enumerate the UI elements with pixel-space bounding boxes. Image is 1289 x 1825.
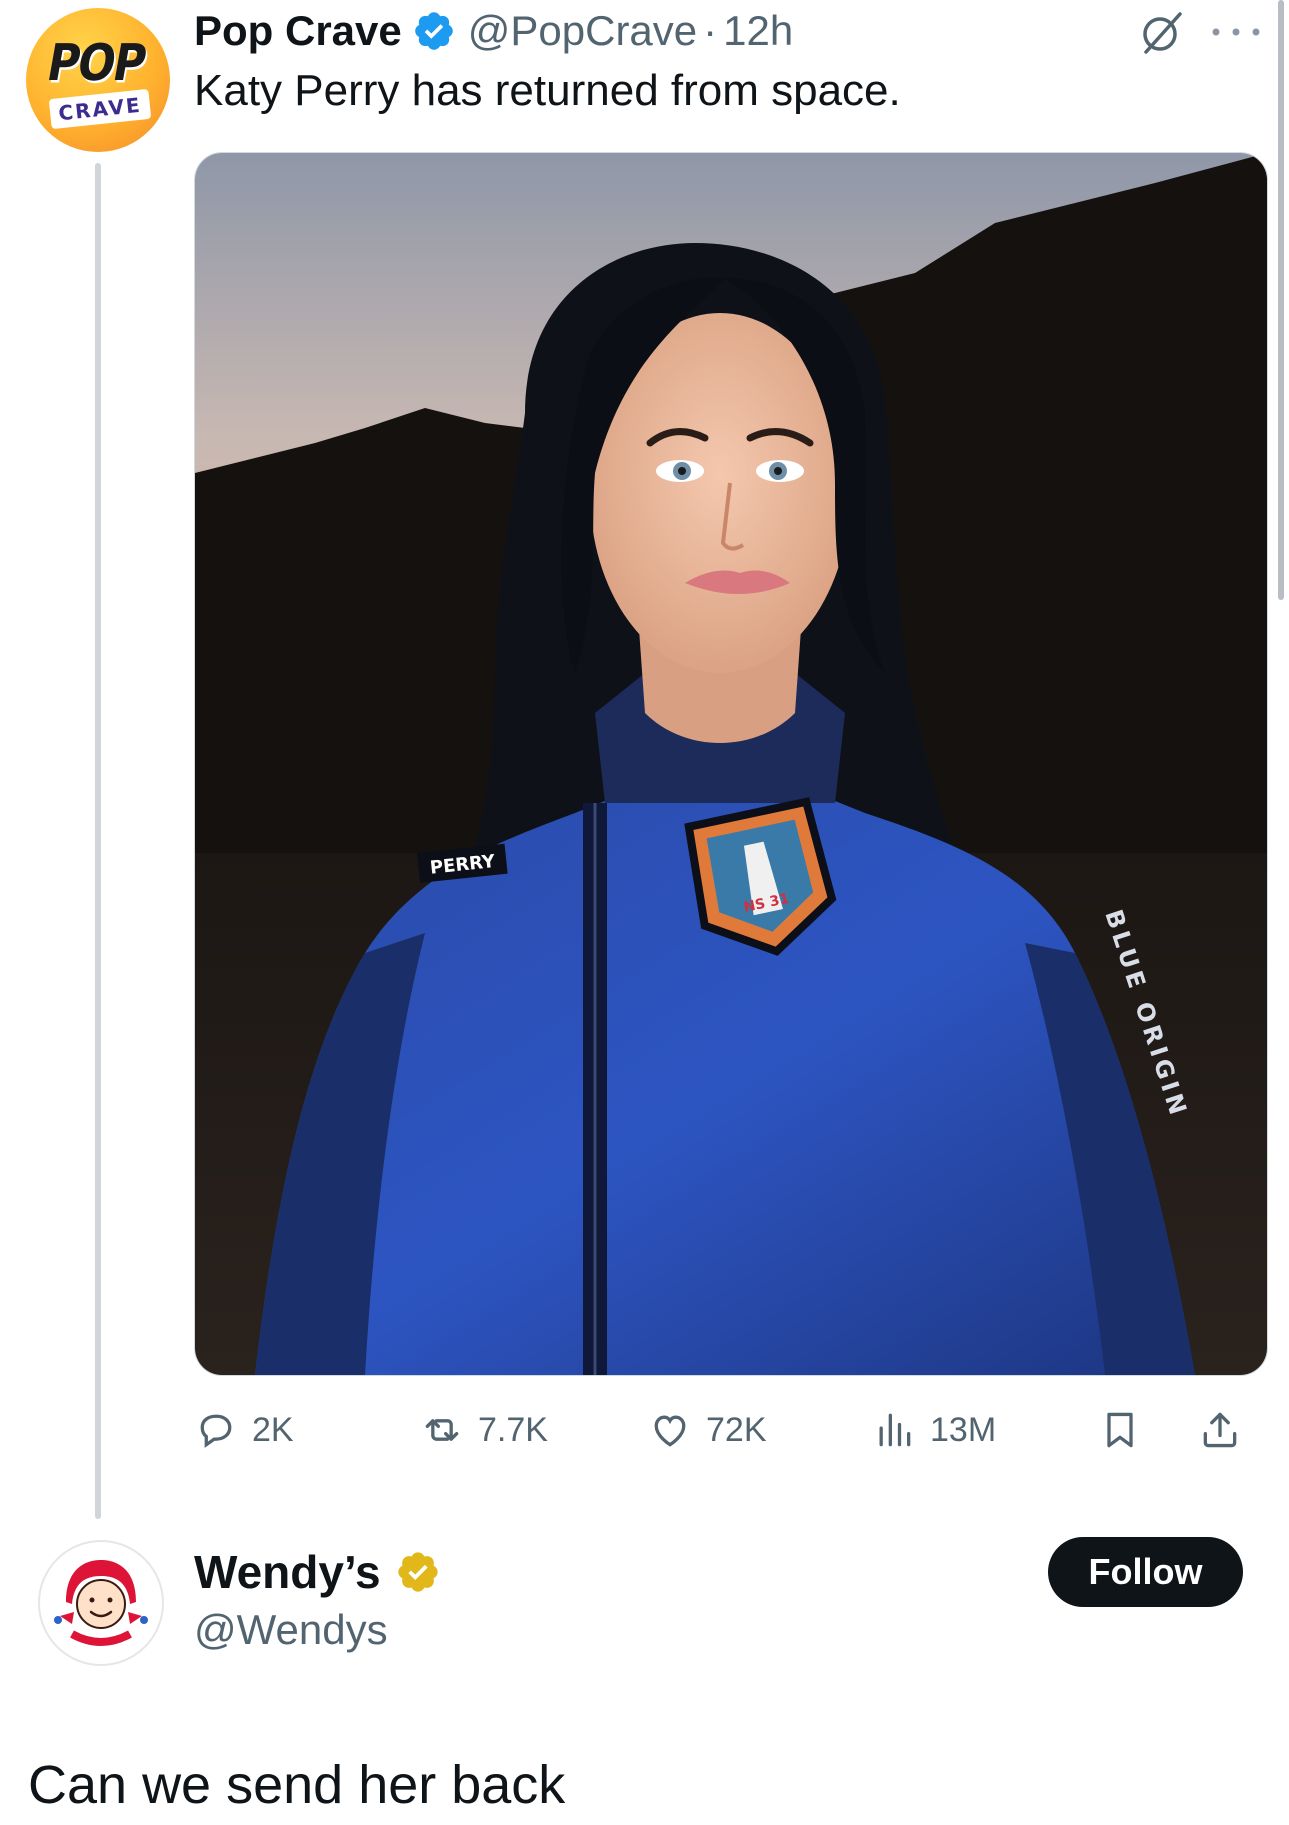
tweet-text: Katy Perry has returned from space. bbox=[194, 66, 901, 115]
views-icon bbox=[879, 1413, 911, 1447]
pop-crave-avatar[interactable]: POP CRAVE bbox=[26, 8, 170, 152]
share-button[interactable] bbox=[1198, 1400, 1256, 1460]
avatar-logo-crave: CRAVE bbox=[48, 88, 152, 130]
reply-button[interactable]: 2K bbox=[194, 1400, 294, 1460]
wendys-logo-icon bbox=[43, 1545, 159, 1661]
scrollbar[interactable] bbox=[1278, 0, 1284, 600]
reply-author-handle[interactable]: @Wendys bbox=[194, 1606, 388, 1654]
repost-button[interactable]: 7.7K bbox=[420, 1400, 548, 1460]
reply-icon bbox=[200, 1414, 232, 1448]
bookmark-icon bbox=[1107, 1412, 1133, 1448]
like-button[interactable]: 72K bbox=[648, 1400, 767, 1460]
reply-text: Can we send her back bbox=[28, 1755, 566, 1815]
avatar-logo-pop: POP bbox=[42, 34, 150, 93]
wendys-avatar[interactable] bbox=[38, 1540, 164, 1666]
views-button[interactable]: 13M bbox=[872, 1400, 996, 1460]
bookmark-button[interactable] bbox=[1098, 1400, 1156, 1460]
share-icon bbox=[1203, 1412, 1237, 1448]
gold-verified-badge-icon bbox=[397, 1552, 438, 1592]
reply-author-row: Wendy’s bbox=[194, 1544, 441, 1600]
more-icon[interactable] bbox=[1208, 24, 1264, 40]
grok-icon[interactable] bbox=[1138, 8, 1186, 56]
tweet-photo[interactable]: PERRY NS 31 BLUE ORIGIN bbox=[194, 152, 1268, 1376]
like-icon bbox=[654, 1415, 686, 1447]
reply-count: 2K bbox=[252, 1410, 294, 1449]
separator-dot: · bbox=[703, 7, 718, 54]
verified-badge-icon bbox=[414, 12, 453, 50]
reply-author-name[interactable]: Wendy’s bbox=[194, 1545, 381, 1599]
tweet-time[interactable]: 12h bbox=[723, 7, 793, 55]
author-name[interactable]: Pop Crave bbox=[194, 7, 402, 55]
tweet-header: Pop Crave @PopCrave · 12h bbox=[194, 6, 793, 56]
thread-line bbox=[95, 163, 101, 1519]
repost-icon bbox=[425, 1419, 459, 1441]
author-handle[interactable]: @PopCrave bbox=[468, 7, 697, 55]
like-count: 72K bbox=[706, 1410, 767, 1449]
repost-count: 7.7K bbox=[478, 1410, 548, 1449]
views-count: 13M bbox=[930, 1410, 997, 1449]
follow-button[interactable]: Follow bbox=[1048, 1537, 1243, 1607]
photo-image: PERRY NS 31 BLUE ORIGIN bbox=[195, 153, 1267, 1375]
